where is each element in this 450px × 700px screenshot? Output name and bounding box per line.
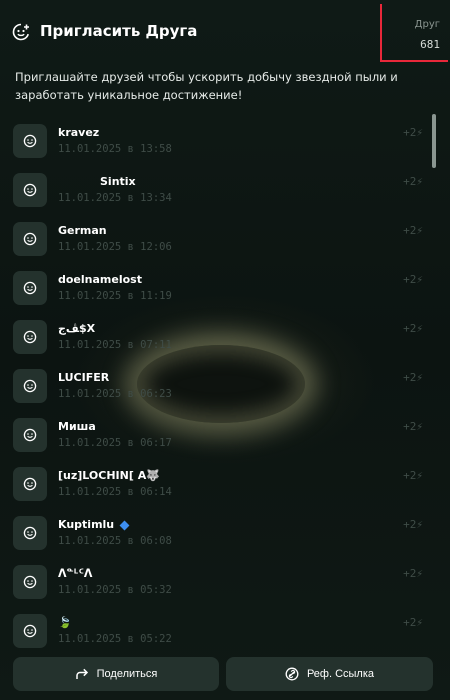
list-item: Kuptimlu 11.01.2025 в 06:08 +2⚡ [13,508,423,553]
referral-date: 11.01.2025 в 05:32 [58,584,172,596]
referral-bonus: +2⚡ [403,616,423,629]
list-item: [uz]LOCHIN[ A🐺 11.01.2025 в 06:14 +2⚡ [13,459,423,504]
referral-bonus: +2⚡ [403,567,423,580]
blue-diamond-icon [119,520,130,530]
smiley-icon [23,477,37,491]
referral-bonus: +2⚡ [403,322,423,335]
smiley-icon [23,379,37,393]
referral-date: 11.01.2025 в 05:22 [58,633,172,645]
referral-bonus: +2⚡ [403,371,423,384]
share-arrow-icon [75,668,88,679]
page-title: Пригласить Друга [40,22,198,40]
referral-name: kravez [58,126,100,139]
referral-date: 11.01.2025 в 11:19 [58,290,172,302]
referral-name: 🍃 [58,616,72,629]
avatar [13,369,47,403]
referral-name: LUCIFER [58,371,110,384]
referral-link-button[interactable]: Реф. Ссылка [226,657,433,691]
referral-list[interactable]: kravez 11.01.2025 в 13:58 +2⚡ Sintix 11.… [0,111,440,648]
avatar [13,614,47,648]
invite-icon [12,23,30,41]
referral-bonus: +2⚡ [403,126,423,139]
smiley-icon [23,428,37,442]
avatar [13,320,47,354]
list-item: German 11.01.2025 в 12:06 +2⚡ [13,214,423,259]
list-item: ᐱᓐᒻᑦᐱ 11.01.2025 в 05:32 +2⚡ [13,557,423,602]
avatar [13,565,47,599]
avatar [13,222,47,256]
list-item: LUCIFER 11.01.2025 в 06:23 +2⚡ [13,361,423,406]
smiley-icon [23,624,37,638]
smiley-icon [23,330,37,344]
list-item: 🍃 11.01.2025 в 05:22 +2⚡ [13,606,423,648]
avatar [13,124,47,158]
referral-name: German [58,224,107,237]
referral-bonus: +2⚡ [403,273,423,286]
friends-counter: Друг 681 [380,4,448,62]
referral-date: 11.01.2025 в 13:34 [58,192,172,204]
referral-name: Kuptimlu [58,518,115,531]
referral-bonus: +2⚡ [403,224,423,237]
invite-description: Приглашайте друзей чтобы ускорить добычу… [15,70,398,102]
referral-name: [uz]LOCHIN[ A🐺 [58,469,160,482]
smiley-icon [23,183,37,197]
avatar [13,467,47,501]
referral-name-with-badge: Kuptimlu [58,518,130,531]
referral-date: 11.01.2025 в 06:08 [58,535,172,547]
list-item: kravez 11.01.2025 в 13:58 +2⚡ [13,116,423,161]
avatar [13,516,47,550]
list-item: Миша 11.01.2025 в 06:17 +2⚡ [13,410,423,455]
referral-date: 11.01.2025 в 06:17 [58,437,172,449]
avatar [13,173,47,207]
list-item: Sintix 11.01.2025 в 13:34 +2⚡ [13,165,423,210]
smiley-icon [23,281,37,295]
scrollbar[interactable] [432,114,436,168]
avatar [13,418,47,452]
friends-count: 681 [420,38,440,51]
referral-date: 11.01.2025 в 07:11 [58,339,172,351]
referral-name: doelnamelost [58,273,142,286]
referral-name: Sintix [100,175,136,188]
smiley-icon [23,134,37,148]
referral-date: 11.01.2025 в 06:23 [58,388,172,400]
referral-date: 11.01.2025 в 13:58 [58,143,172,155]
list-item: ﭫﺝ$X 11.01.2025 в 07:11 +2⚡ [13,312,423,357]
smiley-icon [23,232,37,246]
referral-bonus: +2⚡ [403,518,423,531]
referral-bonus: +2⚡ [403,420,423,433]
referral-name: Миша [58,420,96,433]
referral-bonus: +2⚡ [403,469,423,482]
list-item: doelnamelost 11.01.2025 в 11:19 +2⚡ [13,263,423,308]
referral-bonus: +2⚡ [403,175,423,188]
avatar [13,271,47,305]
referral-name: ﭫﺝ$X [58,322,96,335]
friends-label: Друг [414,19,440,30]
referral-date: 11.01.2025 в 06:14 [58,486,172,498]
link-icon [285,667,299,681]
smiley-icon [23,526,37,540]
referral-link-button-label: Реф. Ссылка [306,668,375,680]
smiley-icon [23,575,37,589]
header: Пригласить Друга Друг 681 [0,0,450,66]
share-button[interactable]: Поделиться [13,657,219,691]
referral-name: ᐱᓐᒻᑦᐱ [58,567,93,580]
referral-date: 11.01.2025 в 12:06 [58,241,172,253]
share-button-label: Поделиться [96,668,158,680]
